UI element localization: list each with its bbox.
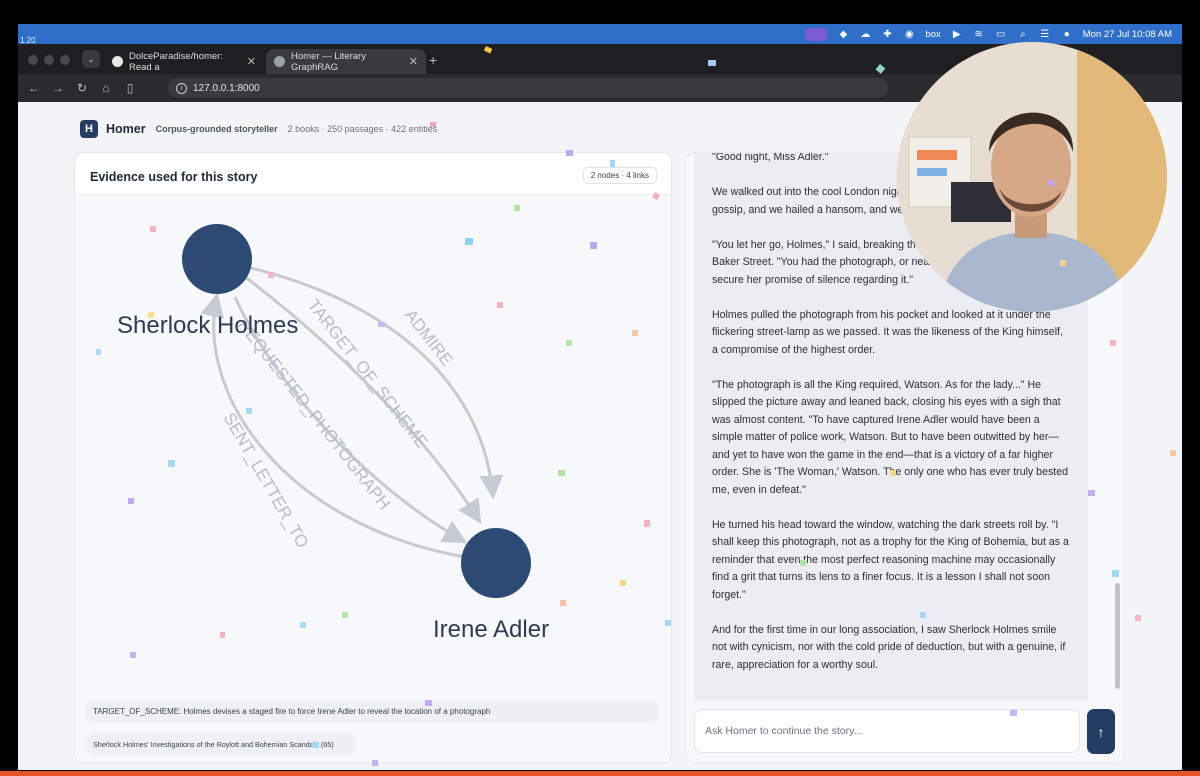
address-bar[interactable]: i 127.0.0.1:8000 [168, 78, 888, 98]
globe-icon [274, 56, 285, 67]
reload-icon[interactable]: ↻ [74, 80, 90, 96]
app-header: H Homer Corpus-grounded storyteller 2 bo… [80, 120, 437, 138]
evidence-graph[interactable]: ADMIRE TARGET_OF_SCHEME REQUESTED_PHOTOG… [75, 195, 672, 695]
tab-github[interactable]: DolceParadise/homer: Read a ✕ [104, 49, 264, 74]
node-label-irene-adler: Irene Adler [433, 616, 549, 643]
search-icon[interactable]: ⌕ [1017, 29, 1029, 40]
macos-menubar: 1.20 ◆ ☁ ✚ ◉ box ▶ ≋ ▭ ⌕ ☰ ● Mon 27 Jul … [18, 24, 1182, 45]
evidence-row[interactable]: TARGET_OF_SCHEME: Holmes devises a stage… [85, 700, 659, 722]
maximize-window-icon[interactable] [60, 55, 70, 65]
minimize-window-icon[interactable] [44, 55, 54, 65]
screen: 1.20 ◆ ☁ ✚ ◉ box ▶ ≋ ▭ ⌕ ☰ ● Mon 27 Jul … [0, 0, 1200, 776]
node-label-sherlock-holmes: Sherlock Holmes [117, 312, 298, 339]
play-icon[interactable]: ▶ [951, 29, 963, 40]
evidence-source-chip[interactable]: Sherlock Holmes' Investigations of the R… [85, 733, 357, 755]
app-tagline: Corpus-grounded storyteller [155, 124, 278, 134]
tab-label: Homer — Literary GraphRAG [291, 50, 366, 73]
evidence-header: Evidence used for this story 2 nodes · 4… [75, 153, 671, 195]
node-sherlock-holmes[interactable] [182, 224, 252, 294]
tab-label: DolceParadise/homer: Read a [129, 50, 223, 73]
cloud-icon[interactable]: ☁ [859, 29, 871, 40]
node-irene-adler[interactable] [461, 528, 531, 598]
menubar-clock[interactable]: Mon 27 Jul 10:08 AM [1083, 29, 1172, 40]
battery-icon[interactable]: ▭ [995, 29, 1007, 40]
camera-icon[interactable]: ◉ [903, 29, 915, 40]
github-icon [112, 56, 123, 67]
webcam-overlay [897, 42, 1167, 312]
story-paragraph: "The photograph is all the King required… [712, 378, 1068, 496]
dropbox-icon[interactable]: ◆ [837, 29, 849, 40]
send-button[interactable]: ↑ [1087, 709, 1115, 754]
forward-icon[interactable]: → [50, 80, 66, 96]
homer-logo[interactable]: H [80, 120, 98, 138]
story-paragraph: He turned his head toward the window, wa… [712, 518, 1069, 601]
presenter-video [897, 42, 1167, 312]
close-window-icon[interactable] [28, 55, 38, 65]
wifi-icon[interactable]: ≋ [973, 29, 985, 40]
url-text: 127.0.0.1:8000 [193, 82, 260, 94]
story-paragraph: Holmes pulled the photograph from his po… [712, 308, 1063, 356]
bottom-accent-bar [0, 771, 1200, 776]
story-scrollbar[interactable] [1115, 583, 1120, 689]
tab-homer[interactable]: Homer — Literary GraphRAG ✕ [266, 49, 426, 74]
tab-search-icon[interactable]: ⌄ [82, 50, 100, 68]
back-icon[interactable]: ← [26, 80, 42, 96]
close-tab-icon[interactable]: ✕ [247, 55, 256, 68]
slack-icon[interactable]: ✚ [881, 29, 893, 40]
evidence-panel: Evidence used for this story 2 nodes · 4… [74, 152, 672, 764]
app-name: Homer [106, 122, 146, 136]
corpus-stats: 2 books · 250 passages · 422 entities [287, 124, 438, 134]
story-prompt-input[interactable]: Ask Homer to continue the story... [694, 709, 1080, 753]
edge-label-sent-letter-to: SENT_LETTER_TO [220, 410, 313, 552]
site-info-icon[interactable]: i [176, 82, 187, 94]
close-tab-icon[interactable]: ✕ [409, 55, 418, 68]
box-icon[interactable]: box [925, 29, 940, 40]
graph-count-badge: 2 nodes · 4 links [582, 167, 657, 184]
control-center-icon[interactable]: ☰ [1039, 29, 1051, 40]
new-tab-button[interactable]: + [429, 52, 437, 68]
home-icon[interactable]: ⌂ [98, 80, 114, 96]
story-paragraph: And for the first time in our long assoc… [712, 623, 1066, 671]
sidebar-icon[interactable]: ▯ [122, 80, 138, 96]
siri-icon[interactable]: ● [1061, 29, 1073, 40]
screen-share-icon[interactable] [805, 27, 828, 41]
evidence-title: Evidence used for this story [90, 170, 258, 184]
